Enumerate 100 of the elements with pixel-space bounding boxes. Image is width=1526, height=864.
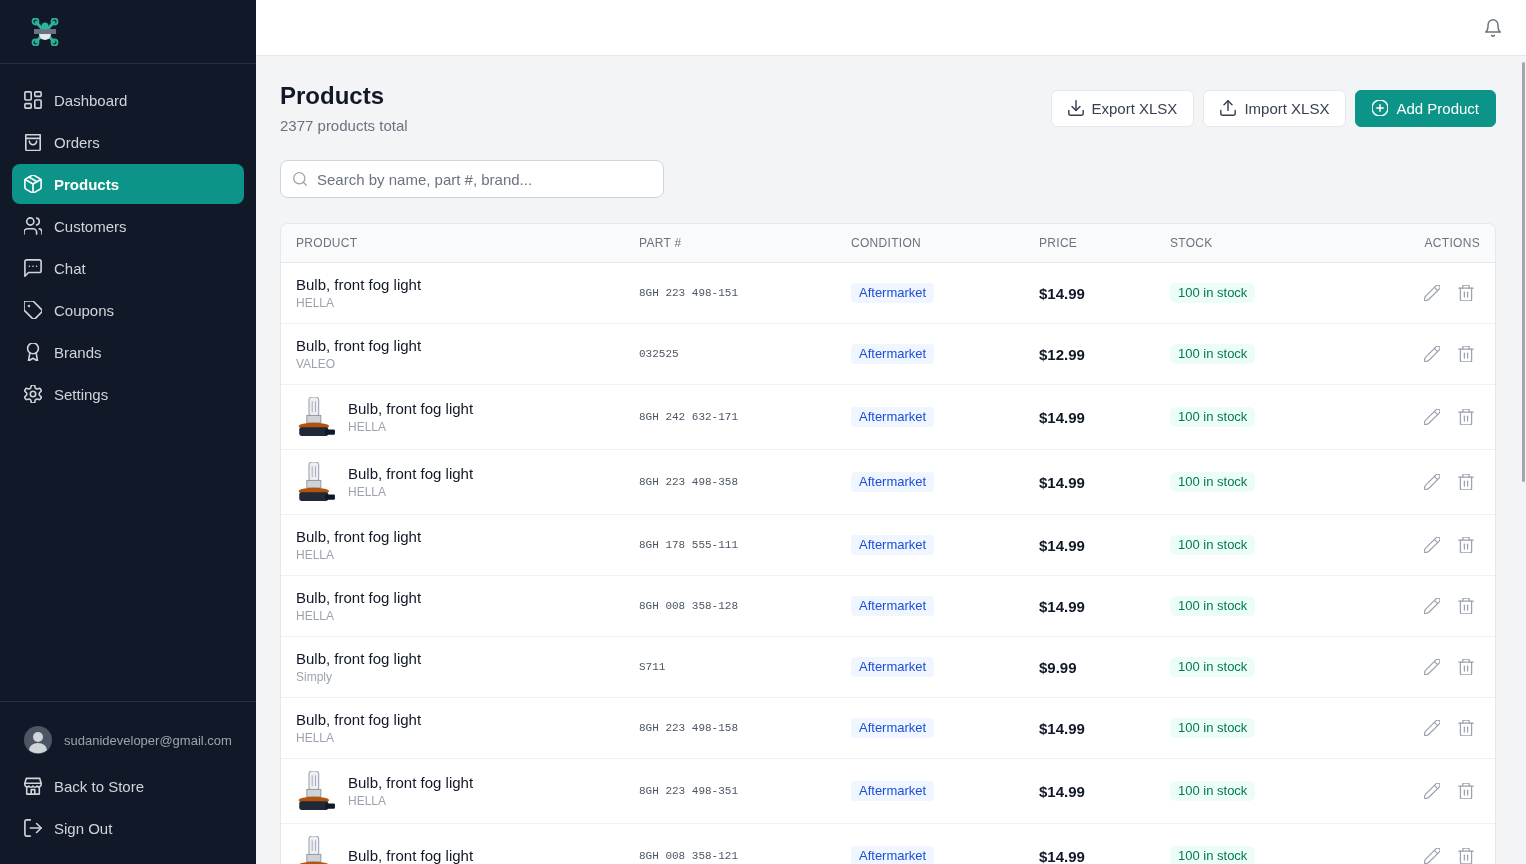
award-icon xyxy=(24,343,42,361)
stock-tag: 100 in stock xyxy=(1170,344,1256,364)
sidebar-nav-item[interactable]: Brands xyxy=(12,332,244,372)
stock-tag: 100 in stock xyxy=(1170,283,1256,303)
stock-tag: 100 in stock xyxy=(1170,846,1256,864)
trash-icon xyxy=(1458,285,1474,301)
stock-tag: 100 in stock xyxy=(1170,472,1256,492)
part-number: 8GH 223 498-351 xyxy=(639,785,739,797)
sidebar-link[interactable]: Sign Out xyxy=(12,808,244,848)
sidebar-nav-item[interactable]: Customers xyxy=(12,206,244,246)
export-button[interactable]: Export XLSX xyxy=(1050,89,1195,127)
shopping-bag-icon xyxy=(24,133,42,151)
trash-icon xyxy=(1458,346,1474,362)
sidebar-nav-item[interactable]: Orders xyxy=(12,122,244,162)
trash-icon xyxy=(1458,474,1474,490)
stock-tag: 100 in stock xyxy=(1170,596,1256,616)
condition-tag: Aftermarket xyxy=(851,596,935,616)
pencil-icon xyxy=(1424,346,1440,362)
price: $14.99 xyxy=(1039,473,1085,491)
sign-out-icon xyxy=(24,819,42,837)
sidebar-nav-item[interactable]: Dashboard xyxy=(12,80,244,120)
upload-icon xyxy=(1220,100,1237,116)
product-name: Bulb, front fog light xyxy=(296,336,422,356)
column-header: PRICE xyxy=(1039,236,1078,250)
users-icon xyxy=(24,217,42,235)
pencil-icon xyxy=(1424,659,1440,675)
sidebar-nav-item[interactable]: Settings xyxy=(12,374,244,414)
trash-icon xyxy=(1458,537,1474,553)
product-name: Bulb, front fog light xyxy=(348,773,474,793)
pencil-icon xyxy=(1424,474,1440,490)
trash-icon xyxy=(1458,659,1474,675)
stock-tag: 100 in stock xyxy=(1170,718,1256,738)
condition-tag: Aftermarket xyxy=(851,472,935,492)
condition-tag: Aftermarket xyxy=(851,535,935,555)
pencil-icon xyxy=(1424,409,1440,425)
pencil-icon xyxy=(1424,537,1440,553)
product-name: Bulb, front fog light xyxy=(348,464,474,484)
column-header: CONDITION xyxy=(851,236,922,250)
product-name: Bulb, front fog light xyxy=(296,649,422,669)
condition-tag: Aftermarket xyxy=(851,283,935,303)
bell-icon[interactable] xyxy=(1484,18,1502,37)
pencil-icon xyxy=(1424,598,1440,614)
condition-tag: Aftermarket xyxy=(851,657,935,677)
pencil-icon xyxy=(1424,783,1440,799)
brand-name: HELLA xyxy=(348,484,387,500)
pencil-icon xyxy=(1424,848,1440,864)
price: $14.99 xyxy=(1039,597,1085,615)
column-header: PRODUCT xyxy=(296,236,358,250)
scrollbar-thumb[interactable] xyxy=(1522,62,1525,482)
price: $14.99 xyxy=(1039,782,1085,800)
column-header: ACTIONS xyxy=(1424,236,1480,250)
product-name: Bulb, front fog light xyxy=(296,710,422,730)
condition-tag: Aftermarket xyxy=(851,344,935,364)
brand-name: HELLA xyxy=(296,547,335,563)
part-number: 8GH 223 498-151 xyxy=(639,287,739,299)
avatar-icon xyxy=(24,726,52,754)
brand-name: Simply xyxy=(296,669,332,685)
part-number: 8GH 223 498-358 xyxy=(639,476,739,488)
trash-icon xyxy=(1458,598,1474,614)
tag-icon xyxy=(24,301,42,319)
brand-name: HELLA xyxy=(348,793,387,809)
price: $14.99 xyxy=(1039,408,1085,426)
price: $14.99 xyxy=(1039,847,1085,864)
page-title: Products xyxy=(280,81,384,111)
pencil-icon xyxy=(1424,285,1440,301)
box-icon xyxy=(24,175,42,193)
price: $9.99 xyxy=(1039,658,1077,676)
grid-icon xyxy=(24,91,42,109)
part-number: 8GH 008 358-128 xyxy=(639,600,739,612)
download-icon xyxy=(1067,100,1084,116)
price: $14.99 xyxy=(1039,536,1085,554)
sidebar-nav-item[interactable]: Chat xyxy=(12,248,244,288)
product-name: Bulb, front fog light xyxy=(296,275,422,295)
pencil-icon xyxy=(1424,720,1440,736)
logo-icon[interactable] xyxy=(31,17,59,46)
condition-tag: Aftermarket xyxy=(851,846,935,864)
stock-tag: 100 in stock xyxy=(1170,781,1256,801)
part-number: 032525 xyxy=(639,348,679,360)
stock-tag: 100 in stock xyxy=(1170,407,1256,427)
price: $14.99 xyxy=(1039,284,1085,302)
trash-icon xyxy=(1458,783,1474,799)
condition-tag: Aftermarket xyxy=(851,718,935,738)
sidebar-nav-item[interactable]: Coupons xyxy=(12,290,244,330)
brand-name: HELLA xyxy=(348,419,387,435)
column-header: PART # xyxy=(639,236,682,250)
part-number: 8GH 242 632-171 xyxy=(639,411,739,423)
sidebar-link[interactable]: Back to Store xyxy=(12,766,244,806)
part-number: 8GH 008 358-121 xyxy=(639,850,739,862)
condition-tag: Aftermarket xyxy=(851,407,935,427)
add-product-button[interactable]: Add Product xyxy=(1355,89,1496,127)
search-field[interactable]: Search by name, part #, brand... xyxy=(280,160,664,198)
import-button[interactable]: Import XLSX xyxy=(1203,89,1347,127)
trash-icon xyxy=(1458,409,1474,425)
brand-name: VALEO xyxy=(296,356,336,372)
sidebar-nav-item[interactable]: Products xyxy=(12,164,244,204)
condition-tag: Aftermarket xyxy=(851,781,935,801)
chat-icon xyxy=(24,259,42,277)
brand-name: HELLA xyxy=(296,730,335,746)
product-name: Bulb, front fog light xyxy=(348,399,474,419)
part-number: 8GH 223 498-158 xyxy=(639,722,739,734)
